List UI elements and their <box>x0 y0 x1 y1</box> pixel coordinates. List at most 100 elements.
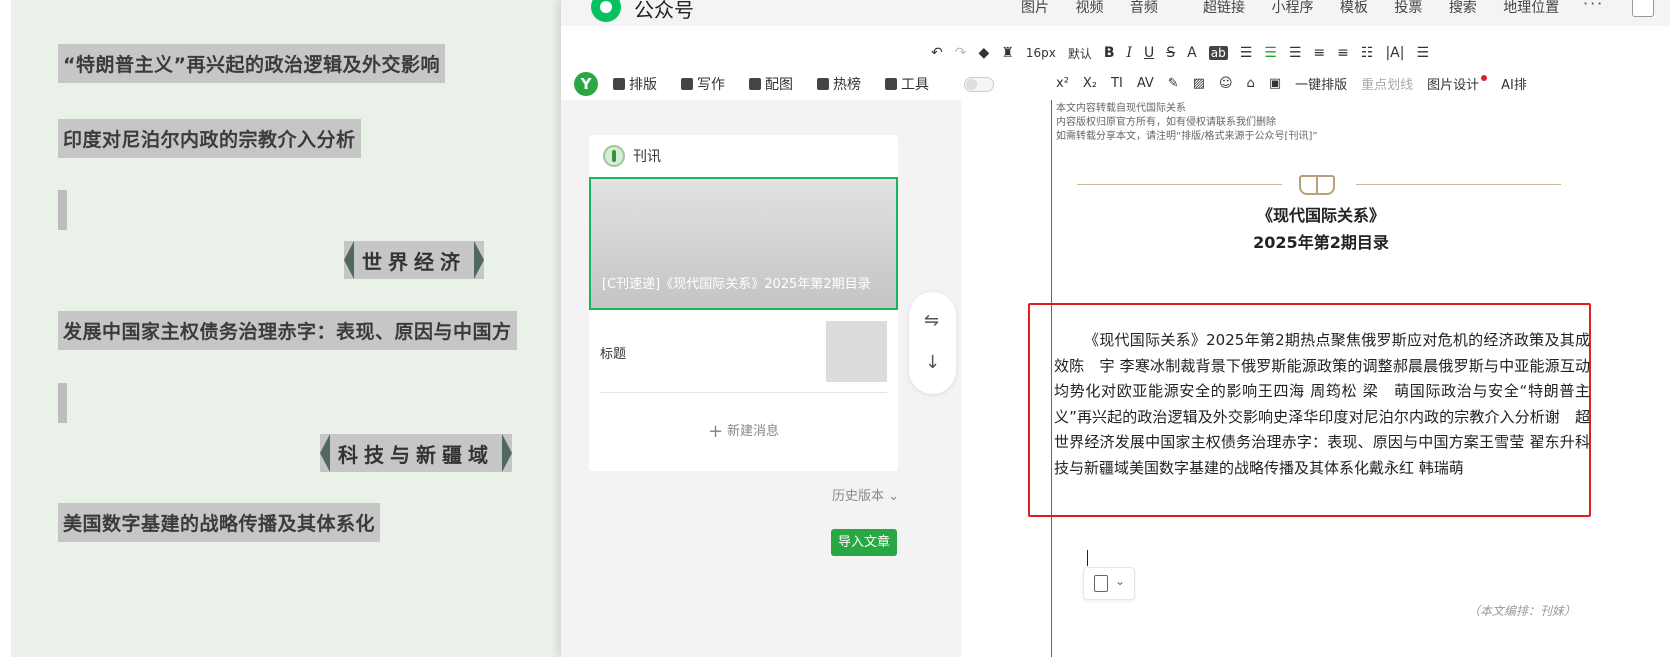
trending-label: 热榜 <box>833 77 861 93</box>
menu-mini-program[interactable]: 小程序 <box>1271 0 1313 16</box>
floating-tools: ⇋ ↓ <box>909 292 956 394</box>
list-icon[interactable]: ☷ <box>1361 45 1374 61</box>
cover-title: [C刊速递]《现代国际关系》2025年第2期目录 <box>602 277 871 292</box>
new-message-label: 新建消息 <box>727 424 780 439</box>
eraser-icon[interactable]: ◆ <box>978 45 989 61</box>
ai-layout-button[interactable]: AI排 <box>1501 74 1527 93</box>
format-toolbar-2: x² X₂ TI AV ✎ ▨ ☺ ⌂ ▣ 一键排版 重点划线 图片设计 AI排 <box>1056 74 1527 93</box>
one-click-layout-button[interactable]: 一键排版 <box>1295 74 1347 93</box>
emoji-icon[interactable]: ☺ <box>1219 76 1233 91</box>
clipboard-icon[interactable]: ▣ <box>1269 76 1281 91</box>
align-center-icon[interactable]: ☰ <box>1264 45 1277 61</box>
editor-credit: （本文编排：刊妹） <box>1468 604 1577 618</box>
undo-icon[interactable]: ↶ <box>931 45 943 61</box>
chevron-down-icon: ⌄ <box>1115 574 1126 588</box>
app-title: 公众号 <box>634 0 694 22</box>
document-icon <box>1094 575 1108 592</box>
section-banner-tech: 科技与新疆域 <box>320 434 512 472</box>
editor-window: 公众号 图片 视频 音频 超链接 小程序 模板 投票 搜索 地理位置 ··· ↶… <box>561 0 1670 657</box>
chart-icon[interactable]: ▨ <box>1193 76 1205 91</box>
banner-cap-right <box>502 434 512 472</box>
account-header: 刊讯 <box>603 145 661 167</box>
line-height-icon[interactable]: ≡ <box>1337 45 1349 61</box>
background-color-button[interactable]: ab <box>1208 46 1228 60</box>
article-item[interactable]: 标题 <box>600 321 887 393</box>
document-title: 《现代国际关系》 2025年第2期目录 <box>1151 202 1491 256</box>
char-spacing-icon[interactable]: AV <box>1137 76 1154 91</box>
subscript-icon[interactable]: X₂ <box>1083 76 1097 91</box>
align-right-icon[interactable]: ☰ <box>1289 45 1302 61</box>
chevron-down-icon: ⌄ <box>884 489 900 504</box>
letter-spacing-icon[interactable]: |A| <box>1385 45 1404 61</box>
arrow-down-icon[interactable]: ↓ <box>925 352 940 373</box>
cover-article[interactable]: [C刊速递]《现代国际关系》2025年第2期目录 <box>589 177 898 310</box>
html-icon[interactable]: ⌂ <box>1247 76 1255 91</box>
menu-image[interactable]: 图片 <box>1021 0 1049 16</box>
article-bar <box>58 383 67 423</box>
font-size-select[interactable]: 16px <box>1026 46 1056 60</box>
section-banner-world-economy: 世界经济 <box>344 241 484 279</box>
magic-pen-icon[interactable]: ✎ <box>1168 76 1179 91</box>
toolbox-tool[interactable]: 工具 <box>885 74 929 94</box>
bold-button[interactable]: B <box>1104 45 1115 61</box>
font-color-button[interactable]: A <box>1187 45 1197 61</box>
article-headline: 印度对尼泊尔内政的宗教介入分析 <box>58 119 361 158</box>
insert-menu: 图片 视频 音频 <box>1021 0 1180 17</box>
section-title: 世界经济 <box>362 249 466 274</box>
background-article: “特朗普主义”再兴起的政治逻辑及外交影响 印度对尼泊尔内政的宗教介入分析 世界经… <box>11 0 571 657</box>
article-headline: 发展中国家主权债务治理赤字：表现、原因与中国方 <box>58 311 517 350</box>
message-side-panel: 刊讯 [C刊速递]《现代国际关系》2025年第2期目录 标题 + 新建消息 历史版… <box>561 100 961 657</box>
import-article-button[interactable]: 导入文章 <box>831 529 897 556</box>
feature-toggle[interactable] <box>964 77 994 92</box>
paragraph-tool-button[interactable]: ⌄ <box>1083 567 1135 600</box>
message-card: 刊讯 [C刊速递]《现代国际关系》2025年第2期目录 标题 + 新建消息 <box>589 135 898 471</box>
article-headline: “特朗普主义”再兴起的政治逻辑及外交影响 <box>58 44 445 83</box>
text-height-icon[interactable]: TI <box>1111 76 1123 91</box>
key-points-button[interactable]: 重点划线 <box>1361 74 1413 93</box>
illustrate-tool[interactable]: 配图 <box>749 74 793 94</box>
trending-tool[interactable]: 热榜 <box>817 74 861 94</box>
redo-icon[interactable]: ↷ <box>955 45 967 61</box>
format-painter-icon[interactable]: ♜ <box>1001 45 1014 61</box>
indent-icon[interactable]: ≡ <box>1313 45 1325 61</box>
history-version-button[interactable]: 历史版本 ⌄ <box>832 485 899 504</box>
image-design-button[interactable]: 图片设计 <box>1427 74 1479 93</box>
layout-icon <box>613 78 625 90</box>
toolbox-label: 工具 <box>901 77 929 93</box>
strikethrough-button[interactable]: S <box>1166 45 1175 61</box>
selected-paragraph-highlight: 《现代国际关系》2025年第2期热点聚焦俄罗斯应对危机的经济政策及其成效陈 宇 … <box>1028 303 1591 517</box>
layout-tool[interactable]: 排版 <box>613 74 657 94</box>
illustrate-label: 配图 <box>765 77 793 93</box>
align-left-icon[interactable]: ☰ <box>1240 45 1253 61</box>
account-avatar <box>603 145 625 167</box>
title-line: 2025年第2期目录 <box>1253 233 1389 252</box>
menu-search[interactable]: 搜索 <box>1449 0 1477 16</box>
more-menu-icon[interactable]: ··· <box>1583 0 1604 13</box>
menu-vote[interactable]: 投票 <box>1394 0 1422 16</box>
layout-label: 排版 <box>629 77 657 93</box>
font-family-select[interactable]: 默认 <box>1068 45 1092 62</box>
book-icon <box>1299 175 1335 195</box>
banner-cap-right <box>474 241 484 279</box>
text-cursor <box>1087 550 1088 566</box>
menu-video[interactable]: 视频 <box>1075 0 1103 16</box>
menu-hyperlink[interactable]: 超链接 <box>1203 0 1245 16</box>
plugin-logo-icon[interactable]: Y <box>574 72 598 96</box>
new-message-button[interactable]: + 新建消息 <box>589 420 898 442</box>
notification-dot <box>1481 74 1488 81</box>
menu-template[interactable]: 模板 <box>1340 0 1368 16</box>
share-icon[interactable] <box>1632 0 1654 17</box>
italic-button[interactable]: I <box>1127 45 1133 61</box>
superscript-icon[interactable]: x² <box>1056 76 1069 91</box>
body-paragraph[interactable]: 《现代国际关系》2025年第2期热点聚焦俄罗斯应对危机的经济政策及其成效陈 宇 … <box>1054 328 1590 482</box>
write-tool[interactable]: 写作 <box>681 74 725 94</box>
editor-content[interactable]: 本文内容转载自现代国际关系 内容版权归原官方所有，如有侵权请联系我们删除 如需转… <box>961 100 1670 657</box>
menu-audio[interactable]: 音频 <box>1130 0 1158 16</box>
more-list-icon[interactable]: ☰ <box>1416 45 1429 61</box>
menu-location[interactable]: 地理位置 <box>1503 0 1559 16</box>
ornament-divider <box>1077 173 1561 195</box>
swap-icon[interactable]: ⇋ <box>924 310 939 331</box>
underline-button[interactable]: U <box>1144 45 1154 61</box>
divider-line <box>1356 184 1561 185</box>
meta-line: 本文内容转载自现代国际关系 <box>1056 103 1186 114</box>
